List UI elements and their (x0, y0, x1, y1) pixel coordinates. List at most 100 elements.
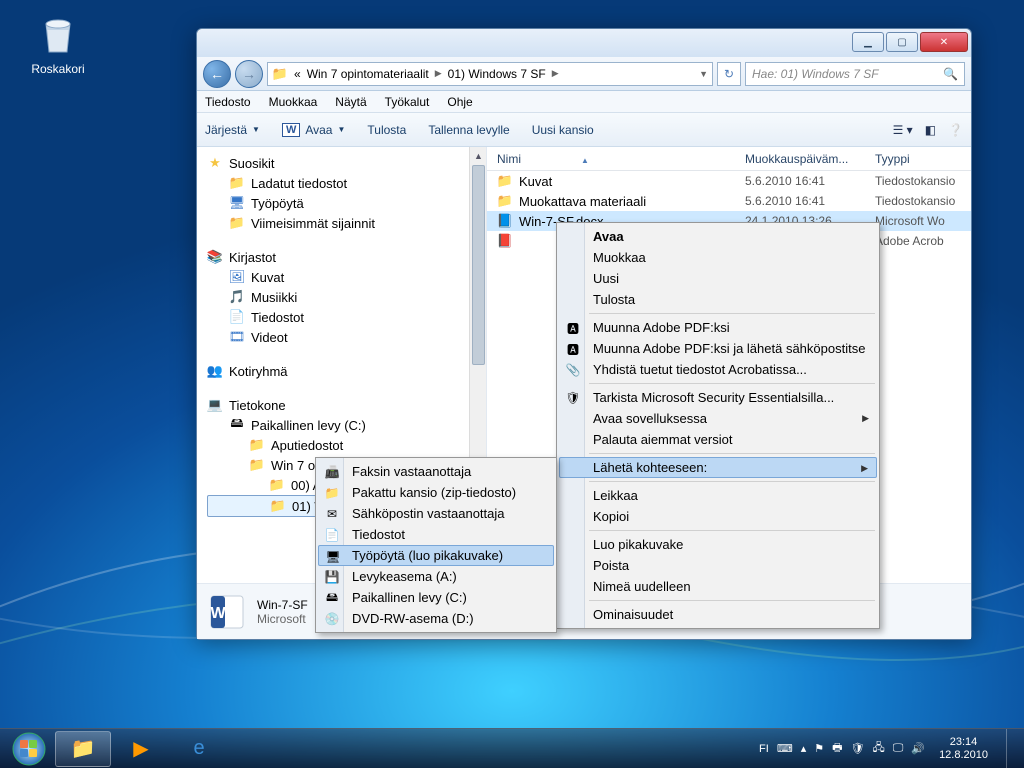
ctx-item[interactable]: Yhdistä tuetut tiedostot Acrobatissa...📎 (559, 359, 877, 380)
address-bar[interactable]: 📁 « Win 7 opintomateriaalit ▶ 01) Window… (267, 62, 713, 86)
help-button[interactable]: ❔ (948, 123, 963, 137)
nav-documents[interactable]: 📄Tiedostot (207, 307, 486, 327)
taskbar-media-player[interactable]: ▶ (113, 731, 169, 767)
breadcrumb-seg2[interactable]: 01) Windows 7 SF (448, 67, 546, 81)
folder-icon: 📁 (497, 193, 513, 209)
tray-printer-icon[interactable]: 🖶 (832, 739, 842, 758)
forward-button[interactable]: → (235, 60, 263, 88)
music-icon: 🎵 (229, 289, 245, 305)
save-button[interactable]: Tallenna levylle (428, 123, 509, 137)
library-icon: 📚 (207, 249, 223, 265)
file-row[interactable]: 📁Kuvat5.6.2010 16:41Tiedostokansio (487, 171, 971, 191)
tray-keyboard-icon[interactable]: ⌨ (777, 742, 793, 755)
details-subtitle: Microsoft (257, 612, 308, 626)
nav-recent[interactable]: 📁Viimeisimmät sijainnit (207, 213, 486, 233)
open-button[interactable]: WAvaa▼ (282, 123, 345, 137)
favorites-header[interactable]: ★Suosikit (207, 153, 486, 173)
ctx-item[interactable]: Faksin vastaanottaja📠 (318, 461, 554, 482)
ctx-item[interactable]: Muokkaa (559, 247, 877, 268)
tray-lang[interactable]: FI (759, 743, 769, 755)
nav-downloads[interactable]: 📁Ladatut tiedostot (207, 173, 486, 193)
breadcrumb-seg1[interactable]: Win 7 opintomateriaalit (307, 67, 429, 81)
ctx-item[interactable]: Lähetä kohteeseen:▶ (559, 457, 877, 478)
ctx-item[interactable]: Uusi (559, 268, 877, 289)
nav-pictures[interactable]: 🖼Kuvat (207, 267, 486, 287)
titlebar[interactable]: ▁ ▢ ✕ (197, 29, 971, 57)
search-icon[interactable]: 🔍 (943, 67, 958, 81)
menu-tools[interactable]: Työkalut (385, 95, 430, 109)
search-placeholder: Hae: 01) Windows 7 SF (752, 67, 879, 81)
ctx-item[interactable]: Luo pikakuvake (559, 534, 877, 555)
ctx-item[interactable]: Levykeasema (A:)💾 (318, 566, 554, 587)
maximize-button[interactable]: ▢ (886, 32, 918, 52)
back-button[interactable]: ← (203, 60, 231, 88)
chevron-down-icon[interactable]: ▼ (699, 69, 708, 79)
tray-shield-icon[interactable]: 🛡 (851, 742, 865, 755)
search-input[interactable]: Hae: 01) Windows 7 SF 🔍 (745, 62, 965, 86)
file-row[interactable]: 📁Muokattava materiaali5.6.2010 16:41Tied… (487, 191, 971, 211)
ctx-item[interactable]: Ominaisuudet (559, 604, 877, 625)
menu-help[interactable]: Ohje (447, 95, 472, 109)
ctx-item[interactable]: Sähköpostin vastaanottaja✉ (318, 503, 554, 524)
sort-asc-icon: ▲ (581, 156, 589, 165)
tray-network-icon[interactable]: 🖧 (872, 739, 884, 758)
print-button[interactable]: Tulosta (367, 123, 406, 137)
nav-local-disk[interactable]: 🖴Paikallinen levy (C:) (207, 415, 486, 435)
taskbar-ie[interactable]: e (171, 731, 227, 767)
taskbar-explorer[interactable]: 📁 (55, 731, 111, 767)
ctx-item[interactable]: Leikkaa (559, 485, 877, 506)
ctx-item[interactable]: Paikallinen levy (C:)🖴 (318, 587, 554, 608)
ctx-item[interactable]: Tiedostot📄 (318, 524, 554, 545)
nav-videos[interactable]: 🎞Videot (207, 327, 486, 347)
tray-clock[interactable]: 23:1412.8.2010 (933, 736, 994, 762)
computer-header[interactable]: 💻Tietokone (207, 395, 486, 415)
menu-edit[interactable]: Muokkaa (269, 95, 318, 109)
ctx-item[interactable]: Tulosta (559, 289, 877, 310)
scroll-up-icon[interactable]: ▲ (470, 147, 487, 164)
preview-pane-button[interactable]: ◧ (925, 123, 936, 137)
view-mode-button[interactable]: ☰ ▾ (893, 123, 913, 137)
ctx-item[interactable]: Tarkista Microsoft Security Essentialsil… (559, 387, 877, 408)
col-type[interactable]: Tyyppi (875, 152, 971, 166)
nav-desktop[interactable]: 🖥Työpöytä (207, 193, 486, 213)
ctx-item[interactable]: Poista (559, 555, 877, 576)
nav-music[interactable]: 🎵Musiikki (207, 287, 486, 307)
star-icon: ★ (207, 155, 223, 171)
ctx-item[interactable]: DVD-RW-asema (D:)💿 (318, 608, 554, 629)
menu-view[interactable]: Näytä (335, 95, 366, 109)
file-name: Muokattava materiaali (519, 194, 646, 209)
ctx-item[interactable]: Muunna Adobe PDF:ksi ja lähetä sähköpost… (559, 338, 877, 359)
col-modified[interactable]: Muokkauspäiväm... (745, 152, 875, 166)
chevron-right-icon[interactable]: ▶ (552, 68, 559, 79)
refresh-button[interactable]: ↻ (717, 62, 741, 86)
ctx-item[interactable]: Nimeä uudelleen (559, 576, 877, 597)
ctx-item[interactable]: Kopioi (559, 506, 877, 527)
ctx-item[interactable]: Palauta aiemmat versiot (559, 429, 877, 450)
tray-display-icon[interactable]: 🖵 (893, 742, 904, 755)
details-title: Win-7-SF (257, 598, 308, 612)
ctx-item[interactable]: Työpöytä (luo pikakuvake)🖥 (318, 545, 554, 566)
tray-expand-icon[interactable]: ▴ (801, 742, 807, 755)
ctx-item[interactable]: Avaa sovelluksessa▶ (559, 408, 877, 429)
scroll-thumb[interactable] (472, 165, 485, 365)
close-button[interactable]: ✕ (920, 32, 968, 52)
start-button[interactable] (4, 731, 54, 767)
nav-aputiedostot[interactable]: 📁Aputiedostot (207, 435, 486, 455)
organize-button[interactable]: Järjestä▼ (205, 123, 260, 137)
minimize-button[interactable]: ▁ (852, 32, 884, 52)
col-name[interactable]: Nimi▲ (497, 152, 745, 166)
homegroup-header[interactable]: 👥Kotiryhmä (207, 361, 486, 381)
new-folder-button[interactable]: Uusi kansio (532, 123, 594, 137)
tray-volume-icon[interactable]: 🔊 (911, 742, 925, 755)
svg-text:W: W (210, 605, 226, 622)
show-desktop-button[interactable] (1006, 729, 1018, 768)
desktop-recycle-bin[interactable]: Roskakori (18, 10, 98, 76)
chevron-right-icon[interactable]: ▶ (435, 68, 442, 79)
ctx-item[interactable]: Pakattu kansio (zip-tiedosto)📁 (318, 482, 554, 503)
tray-flag-icon[interactable]: ⚑ (814, 742, 824, 755)
ctx-item[interactable]: Muunna Adobe PDF:ksi🅰 (559, 317, 877, 338)
menu-bar: Tiedosto Muokkaa Näytä Työkalut Ohje (197, 91, 971, 113)
menu-file[interactable]: Tiedosto (205, 95, 251, 109)
libraries-header[interactable]: 📚Kirjastot (207, 247, 486, 267)
ctx-item[interactable]: Avaa (559, 226, 877, 247)
